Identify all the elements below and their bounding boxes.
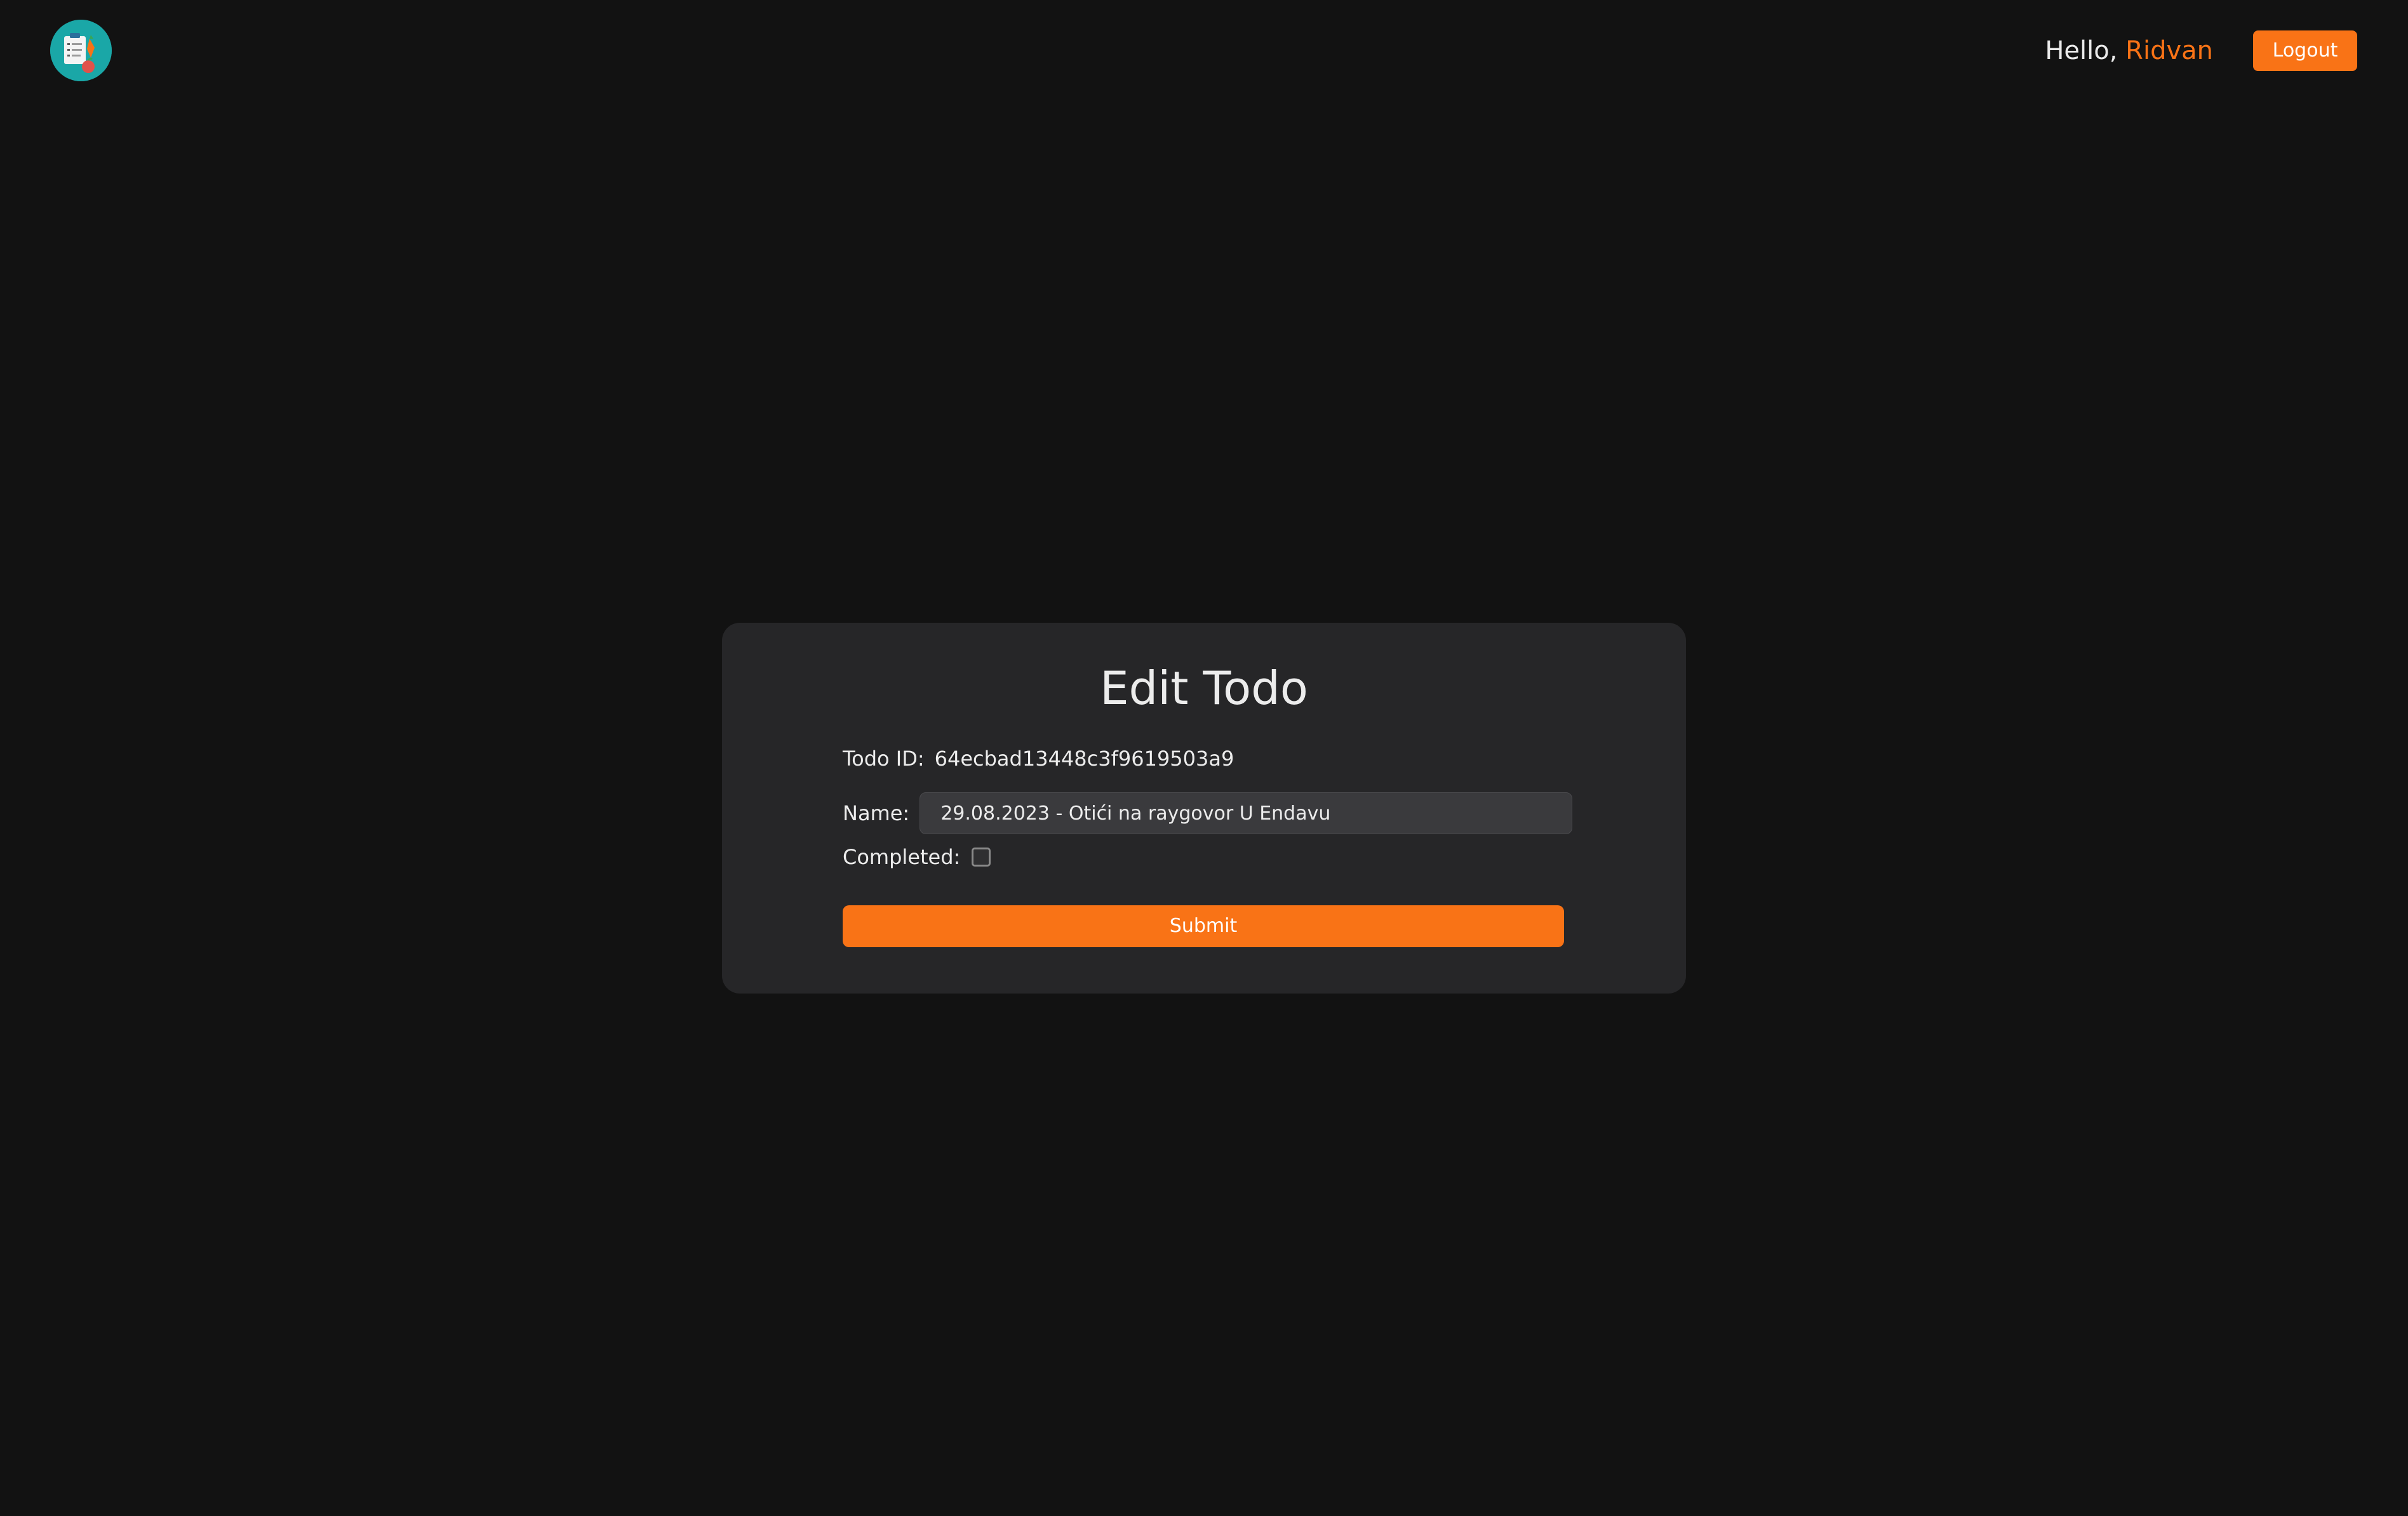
- name-row: Name:: [843, 792, 1573, 834]
- greeting-prefix: Hello,: [2045, 36, 2126, 65]
- todo-id-row: Todo ID: 64ecbad13448c3f9619503a9: [843, 744, 1234, 773]
- todo-id-value: 64ecbad13448c3f9619503a9: [934, 747, 1234, 771]
- page: Hello, Ridvan Logout Edit Todo Todo ID: 6…: [0, 0, 2408, 1516]
- completed-label: Completed:: [843, 845, 961, 869]
- user-greeting: Hello, Ridvan: [2045, 33, 2213, 69]
- name-label: Name:: [843, 801, 910, 825]
- logo-graphic: [50, 20, 112, 81]
- completed-checkbox[interactable]: [972, 848, 991, 867]
- clipboard-logo-icon[interactable]: [50, 20, 112, 81]
- top-header: Hello, Ridvan Logout: [0, 0, 2408, 104]
- completed-row: Completed:: [843, 842, 991, 872]
- page-title: Edit Todo: [1100, 662, 1308, 715]
- name-input[interactable]: [920, 792, 1573, 834]
- logout-button[interactable]: Logout: [2253, 30, 2357, 71]
- submit-button[interactable]: Submit: [843, 905, 1564, 947]
- username: Ridvan: [2125, 36, 2213, 65]
- edit-todo-card: Edit Todo Todo ID: 64ecbad13448c3f9619503…: [722, 623, 1686, 994]
- todo-id-label: Todo ID:: [843, 747, 925, 771]
